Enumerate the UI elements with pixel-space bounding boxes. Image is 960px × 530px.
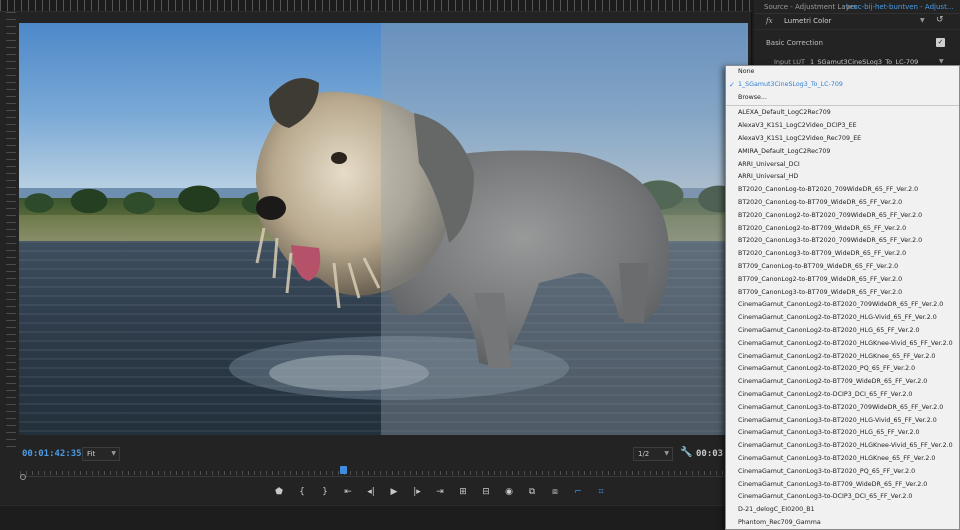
- lut-option[interactable]: CinemaGamut_CanonLog3-to-BT2020_PQ_65_FF…: [726, 466, 959, 479]
- premiere-workspace: 00:01:42:35 Fit ▼ 1/2 ▼ 🔧 00:03:5 ⬟ {} ⇤ ◂|…: [0, 0, 960, 530]
- zoom-level-select[interactable]: Fit ▼: [82, 447, 120, 461]
- playback-resolution-select[interactable]: 1/2 ▼: [633, 447, 673, 461]
- lut-option[interactable]: BT2020_CanonLog-to-BT2020_709WideDR_65_F…: [726, 184, 959, 197]
- reset-icon[interactable]: ↺: [936, 15, 944, 25]
- lut-option[interactable]: CinemaGamut_CanonLog2-to-BT2020_HLG-Vivi…: [726, 312, 959, 325]
- lut-option[interactable]: CinemaGamut_CanonLog3-to-BT709_WideDR_65…: [726, 479, 959, 492]
- mark-in-icon[interactable]: {: [293, 484, 311, 500]
- lut-option[interactable]: BT2020_CanonLog2-to-BT709_WideDR_65_FF_V…: [726, 223, 959, 236]
- lut-option[interactable]: BT2020_CanonLog3-to-BT709_WideDR_65_FF_V…: [726, 248, 959, 261]
- lut-option[interactable]: Phantom_Rec709_Gamma: [726, 517, 959, 529]
- lut-option[interactable]: BT2020_CanonLog3-to-BT2020_709WideDR_65_…: [726, 235, 959, 248]
- time-ruler-ticks: [20, 471, 745, 475]
- lut-option[interactable]: AlexaV3_K1S1_LogC2Video_DCIP3_EE: [726, 120, 959, 133]
- lut-option[interactable]: CinemaGamut_CanonLog2-to-BT2020_PQ_65_FF…: [726, 363, 959, 376]
- lut-option[interactable]: D-21_delogC_EI0200_B1: [726, 504, 959, 517]
- lift-icon[interactable]: ⊞: [454, 484, 472, 500]
- lut-option-label: None: [738, 68, 755, 75]
- wrench-icon[interactable]: 🔧: [680, 447, 692, 458]
- lut-option[interactable]: AMIRA_Default_LogC2Rec709: [726, 146, 959, 159]
- marker-icon[interactable]: ⬟: [270, 484, 288, 500]
- lut-option[interactable]: CinemaGamut_CanonLog2-to-BT2020_709WideD…: [726, 299, 959, 312]
- lut-option[interactable]: BT2020_CanonLog-to-BT709_WideDR_65_FF_Ve…: [726, 197, 959, 210]
- menu-divider: [726, 105, 959, 107]
- step-forward-icon[interactable]: |▸: [408, 484, 426, 500]
- lut-option[interactable]: ALEXA_Default_LogC2Rec709: [726, 107, 959, 120]
- video-preview[interactable]: [19, 23, 748, 435]
- sequence-label[interactable]: bruc-bij-het-buntven - Adjust...: [846, 3, 954, 11]
- zoom-scrollbar[interactable]: [20, 476, 745, 477]
- fx-badge-icon[interactable]: fx: [766, 17, 773, 25]
- basic-correction-row[interactable]: Basic Correction ✓: [754, 36, 960, 50]
- play-icon[interactable]: ▶: [385, 484, 403, 500]
- camera-icon[interactable]: ◉: [500, 484, 518, 500]
- chevron-down-icon[interactable]: ▼: [939, 58, 944, 65]
- lut-option[interactable]: CinemaGamut_CanonLog3-to-BT2020_709WideD…: [726, 402, 959, 415]
- panel-header: Source - Adjustment Layer bruc-bij-het-b…: [754, 0, 960, 14]
- left-ruler: [6, 12, 16, 447]
- safe-margins-icon[interactable]: ⌐: [569, 484, 587, 500]
- chevron-down-icon[interactable]: ▼: [920, 17, 925, 24]
- lut-option[interactable]: CinemaGamut_CanonLog3-to-BT2020_HLG_65_F…: [726, 427, 959, 440]
- current-timecode[interactable]: 00:01:42:35: [22, 449, 82, 459]
- lut-option[interactable]: BT709_CanonLog3-to-BT709_WideDR_65_FF_Ve…: [726, 287, 959, 300]
- basic-correction-label: Basic Correction: [766, 39, 823, 47]
- lut-comparison-overlay: [381, 23, 748, 435]
- source-label[interactable]: Source - Adjustment Layer: [764, 3, 857, 11]
- lut-option-label: 1_SGamut3CineSLog3_To_LC-709: [738, 80, 843, 88]
- lut-option[interactable]: AlexaV3_K1S1_LogC2Video_Rec709_EE: [726, 133, 959, 146]
- lut-option[interactable]: CinemaGamut_CanonLog2-to-BT2020_HLGKnee_…: [726, 351, 959, 364]
- lut-option[interactable]: CinemaGamut_CanonLog3-to-DCIP3_DCI_65_FF…: [726, 491, 959, 504]
- monitor-controls-bar: 00:01:42:35 Fit ▼ 1/2 ▼ 🔧 00:03:5: [0, 446, 752, 466]
- basic-correction-checkbox[interactable]: ✓: [936, 38, 945, 47]
- top-ruler: [0, 0, 752, 12]
- time-ruler[interactable]: [20, 466, 745, 481]
- comparison-view-icon[interactable]: ⧉: [523, 484, 541, 500]
- transport-controls: ⬟ {} ⇤ ◂| ▶ |▸ ⇥ ⊞ ⊟ ◉ ⧉ ⧈ ⌐ ⌗: [270, 484, 610, 500]
- lut-option[interactable]: Browse...: [726, 92, 959, 105]
- bottom-strip: [0, 505, 752, 530]
- program-monitor: 00:01:42:35 Fit ▼ 1/2 ▼ 🔧 00:03:5 ⬟ {} ⇤ ◂|…: [0, 0, 752, 530]
- effect-name: Lumetri Color: [784, 17, 832, 25]
- mark-out-icon[interactable]: }: [316, 484, 334, 500]
- go-to-in-icon[interactable]: ⇤: [339, 484, 357, 500]
- lut-option[interactable]: CinemaGamut_CanonLog2-to-BT709_WideDR_65…: [726, 376, 959, 389]
- lut-option[interactable]: BT709_CanonLog2-to-BT709_WideDR_65_FF_Ve…: [726, 274, 959, 287]
- lut-option[interactable]: ARRI_Universal_HD: [726, 171, 959, 184]
- zoom-scroll-handle[interactable]: [20, 474, 26, 480]
- playhead[interactable]: [340, 466, 347, 474]
- go-to-out-icon[interactable]: ⇥: [431, 484, 449, 500]
- extract-icon[interactable]: ⊟: [477, 484, 495, 500]
- settings-icon[interactable]: ⧈: [546, 484, 564, 500]
- lut-option[interactable]: CinemaGamut_CanonLog2-to-BT2020_HLG_65_F…: [726, 325, 959, 338]
- lut-option[interactable]: BT709_CanonLog-to-BT709_WideDR_65_FF_Ver…: [726, 261, 959, 274]
- chevron-down-icon: ▼: [664, 450, 669, 457]
- lut-option-label: Browse...: [738, 93, 767, 101]
- lut-option[interactable]: CinemaGamut_CanonLog2-to-DCIP3_DCI_65_FF…: [726, 389, 959, 402]
- chevron-down-icon: ▼: [111, 450, 116, 457]
- input-lut-dropdown: None ✓ 1_SGamut3CineSLog3_To_LC-709 Browse.…: [725, 65, 960, 530]
- lut-option[interactable]: BT2020_CanonLog2-to-BT2020_709WideDR_65_…: [726, 210, 959, 223]
- lut-option[interactable]: ✓ 1_SGamut3CineSLog3_To_LC-709: [726, 79, 959, 92]
- playback-resolution-label: 1/2: [638, 450, 650, 458]
- lut-option[interactable]: CinemaGamut_CanonLog2-to-BT2020_HLGKnee-…: [726, 338, 959, 351]
- step-back-icon[interactable]: ◂|: [362, 484, 380, 500]
- lut-option[interactable]: CinemaGamut_CanonLog3-to-BT2020_HLGKnee-…: [726, 440, 959, 453]
- effect-row[interactable]: fx Lumetri Color ▼ ↺: [754, 14, 960, 30]
- lut-option[interactable]: None: [726, 66, 959, 79]
- checkmark-icon: ✓: [729, 80, 735, 89]
- lut-option[interactable]: CinemaGamut_CanonLog3-to-BT2020_HLG-Vivi…: [726, 415, 959, 428]
- lut-option[interactable]: ARRI_Universal_DCI: [726, 159, 959, 172]
- snap-icon[interactable]: ⌗: [592, 484, 610, 500]
- lut-option[interactable]: CinemaGamut_CanonLog3-to-BT2020_HLGKnee_…: [726, 453, 959, 466]
- zoom-level-label: Fit: [87, 450, 96, 458]
